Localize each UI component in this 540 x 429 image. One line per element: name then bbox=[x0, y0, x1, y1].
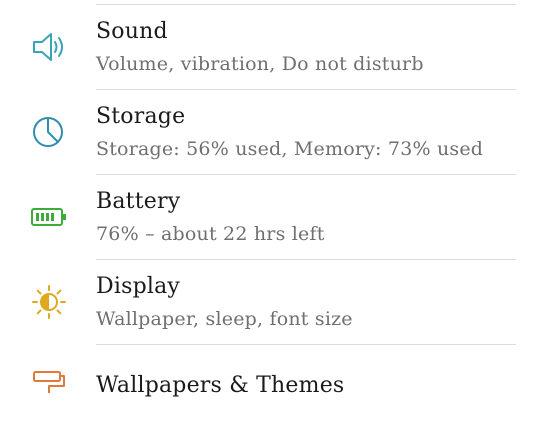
settings-item-display[interactable]: Display Wallpaper, sleep, font size bbox=[0, 260, 540, 344]
settings-item-title: Display bbox=[96, 274, 181, 299]
speaker-icon bbox=[33, 33, 63, 61]
battery-icon bbox=[31, 208, 66, 226]
settings-item-storage[interactable]: Storage Storage: 56% used, Memory: 73% u… bbox=[0, 90, 540, 174]
brightness-icon bbox=[32, 285, 66, 319]
settings-item-title: Storage bbox=[96, 104, 186, 129]
settings-item-sound[interactable]: Sound Volume, vibration, Do not disturb bbox=[0, 5, 540, 89]
storage-pie-icon bbox=[33, 117, 63, 147]
settings-item-subtitle: 76% – about 22 hrs left bbox=[96, 223, 325, 245]
settings-item-title: Battery bbox=[96, 189, 181, 214]
settings-item-title: Sound bbox=[96, 19, 168, 44]
settings-item-subtitle: Wallpaper, sleep, font size bbox=[96, 308, 353, 330]
settings-item-wallpapers-themes[interactable]: Wallpapers & Themes bbox=[0, 345, 540, 429]
settings-item-subtitle: Storage: 56% used, Memory: 73% used bbox=[96, 138, 484, 160]
settings-item-subtitle: Volume, vibration, Do not disturb bbox=[96, 53, 424, 75]
paint-roller-icon bbox=[33, 371, 65, 393]
settings-item-battery[interactable]: Battery 76% – about 22 hrs left bbox=[0, 175, 540, 259]
settings-item-title: Wallpapers & Themes bbox=[96, 373, 345, 398]
